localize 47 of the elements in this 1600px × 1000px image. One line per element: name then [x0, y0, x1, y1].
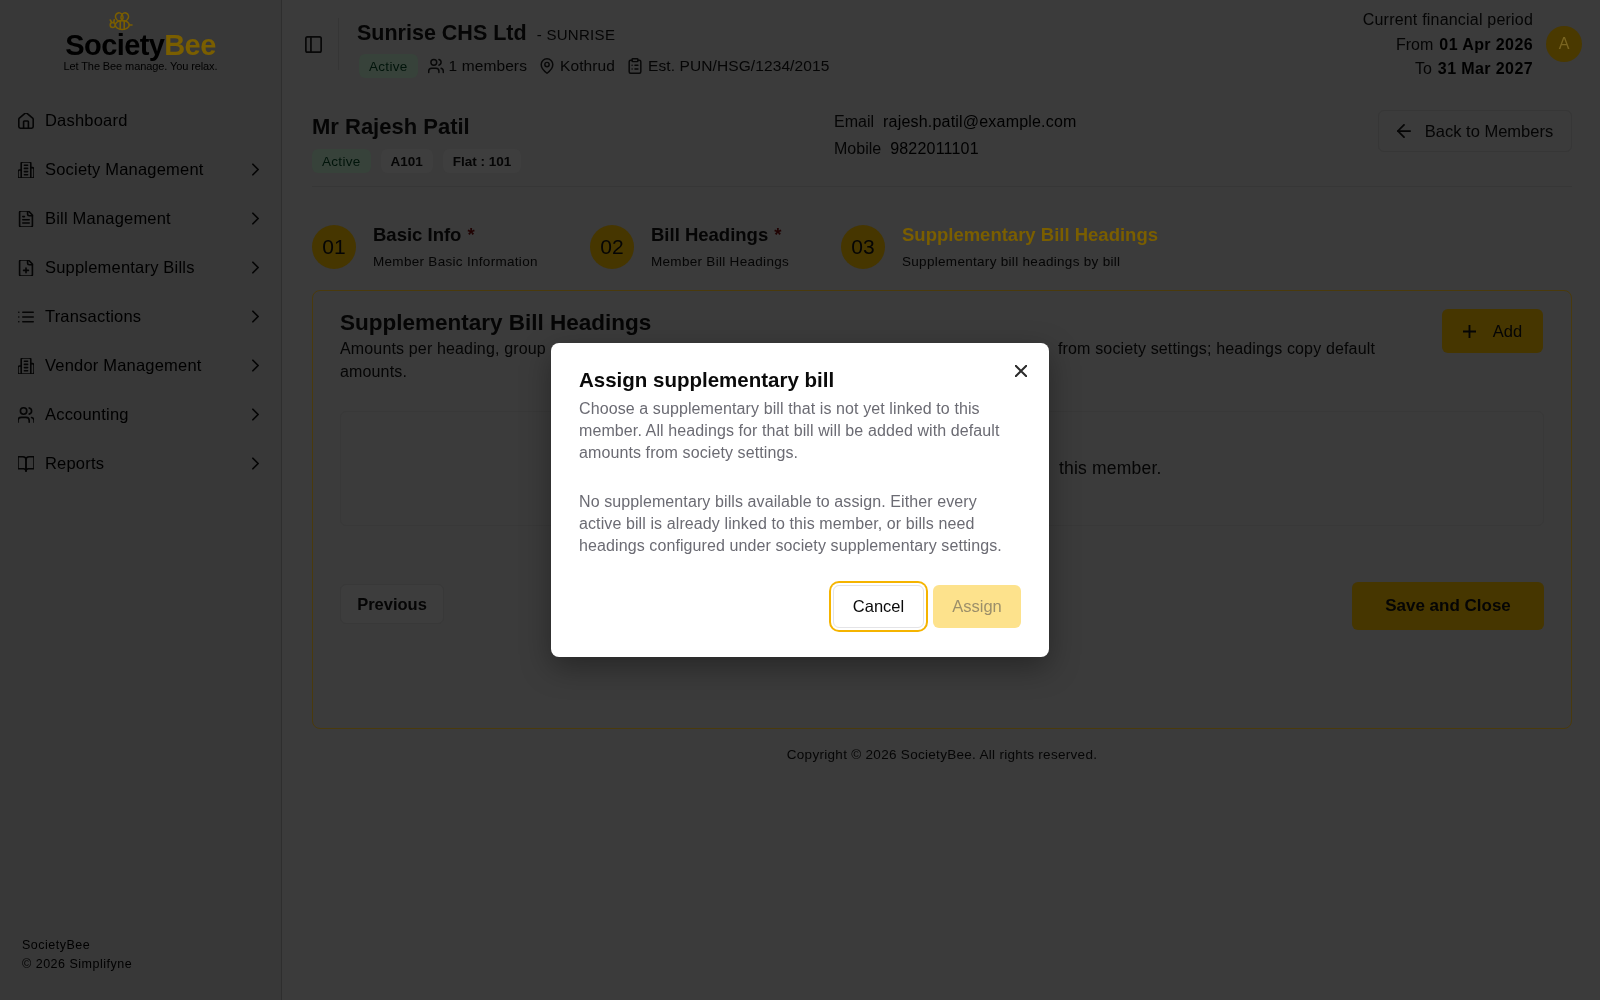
- sidebar-item[interactable]: Bill Management: [18, 194, 263, 243]
- building-icon: [18, 161, 34, 178]
- step-number: 03: [841, 224, 885, 269]
- sidebar-item[interactable]: Reports: [18, 439, 263, 488]
- save-and-close-button[interactable]: Save and Close: [1352, 582, 1544, 630]
- list-icon: [18, 308, 34, 325]
- plus-icon: [1462, 324, 1476, 338]
- chevron-right-icon: [252, 261, 259, 274]
- people-icon: [427, 58, 444, 74]
- open-book-icon: [18, 455, 34, 472]
- sidebar-toggle-icon: [304, 35, 322, 53]
- people-icon: [18, 406, 34, 423]
- add-button[interactable]: Add: [1442, 309, 1543, 353]
- document-icon: [18, 210, 34, 227]
- sidebar-item[interactable]: Transactions: [18, 292, 263, 341]
- contact-value: rajesh.patil@example.com: [883, 112, 1077, 132]
- sidebar-item[interactable]: Accounting: [18, 390, 263, 439]
- dialog-title: Assign supplementary bill: [579, 368, 836, 392]
- step-number: 02: [590, 224, 634, 269]
- sidebar-footer-brand: SocietyBee: [22, 938, 92, 953]
- document-plus-icon: [18, 259, 34, 276]
- required-mark: *: [467, 224, 475, 246]
- chevron-right-icon: [252, 310, 259, 323]
- building-icon: [18, 357, 34, 374]
- dialog-text: Choose a supplementary bill that is not yet linked to this member. All headings for that bill will be added with default amounts from society settings.: [579, 399, 1001, 463]
- chevron-right-icon: [252, 212, 259, 225]
- map-pin-icon: [539, 58, 555, 74]
- sidebar-item[interactable]: Dashboard: [18, 96, 263, 145]
- chevron-right-icon: [252, 163, 259, 176]
- sidebar-item[interactable]: Supplementary Bills: [18, 243, 263, 292]
- required-mark: *: [774, 224, 782, 246]
- clipboard-icon: [627, 58, 643, 74]
- chevron-right-icon: [252, 408, 259, 421]
- sidebar-footer-copyright: © 2026 Simplifyne: [22, 957, 134, 972]
- dialog-text: No supplementary bills available to assign. Either every active bill is already linked to this member, or bills need headings configured under society supplementary settings.: [579, 492, 1003, 556]
- chevron-right-icon: [252, 457, 259, 470]
- period-date: 01 Apr 2026: [1439, 34, 1533, 55]
- contact-value: 9822011101: [890, 138, 979, 159]
- step-number: 01: [312, 224, 356, 269]
- sidebar-item[interactable]: Vendor Management: [18, 341, 263, 390]
- home-icon: [18, 112, 34, 129]
- sidebar-item[interactable]: Society Management: [18, 145, 263, 194]
- close-icon: [1015, 365, 1027, 377]
- chevron-right-icon: [252, 359, 259, 372]
- bee-icon: [108, 12, 133, 31]
- period-date: 31 Mar 2027: [1437, 59, 1533, 79]
- step-title[interactable]: Supplementary Bill Headings: [902, 224, 1158, 246]
